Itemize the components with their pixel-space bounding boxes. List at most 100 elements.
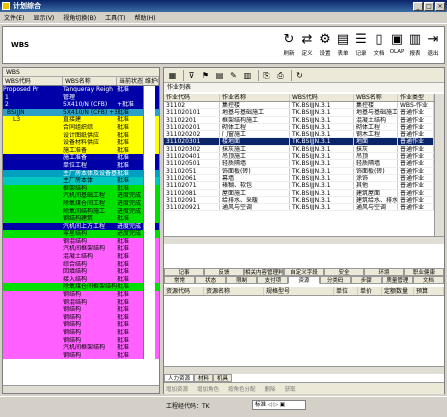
close-button[interactable]: × (435, 1, 445, 11)
wbs-tree-row[interactable]: 设备材料供应 批准 (3, 139, 159, 147)
resource-col-4[interactable]: 单价 (358, 287, 382, 295)
activity-row[interactable]: 31102091给排水、采暖TK.BSIJJN.3.1建筑给水、排水及采暖普通作… (164, 196, 434, 205)
tab-1[interactable]: 反馈 (204, 268, 244, 276)
toolbar-exit-button[interactable]: ⇥ 退出 (425, 31, 441, 57)
toolbar-record-button[interactable]: ☰ 记录 (353, 31, 369, 57)
menu-perspective[interactable]: 视角切换(B) (63, 13, 96, 22)
grid-icon[interactable]: ▦ (167, 70, 178, 81)
menu-tools[interactable]: 工具(T) (105, 13, 125, 22)
resource-col-3[interactable]: 单位 (334, 287, 358, 295)
tab-2[interactable]: 限制 (226, 276, 258, 284)
tab-4[interactable]: 安全 (324, 268, 364, 276)
activity-row[interactable]: 31102051 饰面板(砖) TK.BSIJJN.3.1 饰面板(砖) 普通作业 (164, 167, 434, 175)
wbs-tree-row[interactable]: 综合结构 批准 (3, 260, 159, 269)
activity-row[interactable]: 311020302 抹灰施工 TK.BSIJJN.3.1 抹灰 普通作业 (164, 145, 434, 154)
wbs-tree-row[interactable]: 钢结构 批准 (3, 351, 159, 360)
minimize-button[interactable]: _ (413, 1, 423, 11)
wbs-tree-row[interactable]: 钢结构 批准 (3, 313, 159, 322)
wbs-tree-row[interactable]: 施工准备 批准 (3, 146, 159, 155)
wbs-tree-row[interactable]: 钢结构 批准 (3, 321, 159, 329)
tab-8[interactable]: 文档 (412, 276, 444, 284)
flag-icon[interactable]: ⚑ (200, 70, 211, 81)
wbs-tree-row[interactable]: 钢结构 批准 (3, 306, 159, 314)
col-wbs-code[interactable]: WBS代码 (290, 94, 354, 101)
wbs-tree-row[interactable]: 主厂房本体及设备基础批准 (3, 169, 159, 178)
activity-row[interactable]: 311020501 轻质隔墙 TK.BSIJJN.3.1 轻质隔墙 普通作业 (164, 160, 434, 168)
print-icon[interactable]: ⎙ (275, 70, 286, 81)
wbs-tree-row[interactable]: 施工准备 批准 (3, 154, 159, 162)
wbs-tree-row[interactable]: 设计图纸供应 批准 (3, 131, 159, 140)
col-wbs-name[interactable]: WBS名称 (354, 94, 398, 101)
wbs-tree-row[interactable]: L3 直接建 批准 (3, 116, 159, 124)
view-mode-status[interactable]: 标准 ◁ ▷ ▣ (252, 400, 306, 410)
wbs-tree-row[interactable]: 钢结构建筑 批准 (3, 215, 159, 223)
toolbar-olap-button[interactable]: ▣ OLAP (389, 31, 405, 57)
add-resource-button[interactable]: 增加资源 (166, 385, 188, 393)
wbs-tree-row[interactable]: 接入结构 批准 (3, 275, 159, 284)
wbs-tree-row[interactable]: 钢结构 批准 (3, 336, 159, 345)
table-icon[interactable]: ▤ (214, 70, 225, 81)
activity-horizontal-scrollbar[interactable] (164, 236, 444, 244)
toolbar-define-button[interactable]: ⇄ 定义 (299, 31, 315, 57)
col-activity-name[interactable]: 作业名称 (220, 94, 290, 101)
tab-0[interactable]: 常常 (164, 276, 196, 284)
toolbar-refresh-button[interactable]: ↻ 刷新 (281, 31, 297, 57)
tab-5[interactable]: 分类码 (319, 276, 351, 284)
edit-icon[interactable]: ✎ (228, 70, 239, 81)
tab-0[interactable]: 记事 (164, 268, 204, 276)
chart-icon[interactable]: ▥ (242, 70, 253, 81)
tab-6[interactable]: 职业健康 (404, 268, 444, 276)
fetch-button[interactable]: 获取 (285, 385, 296, 393)
wbs-tree-row[interactable]: 单位工程 批准 (3, 161, 159, 170)
activity-row[interactable]: 31102 集控楼 TK.BSIJJN.3.1 集控楼 WBS-作业 (164, 102, 434, 110)
activity-row[interactable]: 31102061 幕墙 TK.BSIJJN.3.1 涂饰 普通作业 (164, 174, 434, 183)
tab-3[interactable]: 自定义字段 (284, 268, 324, 276)
wbs-tree-row[interactable]: 除氧间结构施工 进度完成 (3, 207, 159, 216)
copy-icon[interactable]: ⎘ (261, 70, 272, 81)
tab-2[interactable]: 相关内容管理判断 (244, 268, 284, 276)
tab-5[interactable]: 环境 (364, 268, 404, 276)
wbs-tree-row[interactable]: 汽机间框架结构 批准 (3, 344, 159, 352)
refresh-small-icon[interactable]: ↻ (294, 70, 305, 81)
tab-6[interactable]: 步骤 (350, 276, 382, 284)
wbs-tree-row[interactable]: 钢混结构 批准 (3, 298, 159, 307)
col-activity-type[interactable]: 作业类型 (398, 94, 434, 101)
wbs-tree-row[interactable]: 2 5X410/N (CFB) +批准 (3, 101, 159, 109)
menu-file[interactable]: 文件(E) (4, 13, 24, 22)
resource-type-tab[interactable]: 人力资源 (164, 374, 195, 382)
wbs-tree-row[interactable]: 回填结构 批准 (3, 268, 159, 276)
wbs-horizontal-scrollbar[interactable] (3, 385, 159, 393)
tab-3[interactable]: 支付项 (257, 276, 289, 284)
wbs-tree-row[interactable]: 主厂房本体 批准 (3, 177, 159, 185)
wbs-tree-row[interactable]: 1 管理 (3, 93, 159, 102)
tab-1[interactable]: 状态 (195, 276, 227, 284)
toolbar-report-button[interactable]: ▥ 报表 (407, 31, 423, 57)
wbs-tree-row[interactable]: 混凝土结构 批准 (3, 253, 159, 261)
activity-row[interactable]: 31102081 屋面施工 TK.BSIJJN.3.1 建筑屋面 普通作业 (164, 189, 434, 197)
activity-row[interactable]: 311020301 楼地面 TK.BSIJJN.3.1 地面 普通作业 (164, 138, 434, 146)
activity-row[interactable]: 311020921 通风与空调 TK.BSIJJN.3.1 通风与空调 普通作业 (164, 204, 434, 212)
menu-view[interactable]: 显示(V) (33, 13, 54, 22)
resource-col-5[interactable]: 定额数量 (382, 287, 414, 295)
wbs-tree-row[interactable]: BSIJJN 5X410/N (CFB) +3 批准 (3, 108, 159, 117)
col-permission[interactable]: 维护权限 (143, 77, 159, 85)
col-wbs-name[interactable]: WBS名称 (63, 77, 117, 85)
filter-icon[interactable]: ⊽ (186, 70, 197, 81)
wbs-tree-row[interactable]: 钢混结构 批准 (3, 237, 159, 246)
wbs-tree-row[interactable]: 合同组织综 批准 (3, 123, 159, 132)
wbs-tree-row[interactable]: 框架结构 批准 (3, 184, 159, 193)
activity-row[interactable]: 311020202 门窗施工 TK.BSIJJN.3.1 钢木工程 普通作业 (164, 131, 434, 139)
resource-horizontal-scrollbar[interactable] (164, 366, 444, 374)
wbs-tree-row[interactable]: 汽机间基础工程 进度完成 (3, 192, 159, 200)
activity-row[interactable]: 31102201 框架结构施工 TK.BSIJJN.3.1 混凝土结构 普通作业 (164, 116, 434, 124)
wbs-tree-row[interactable]: 除氧煤仓间工程 进度完成 (3, 199, 159, 208)
wbs-tree-row[interactable]: 汽机间框架结构 批准 (3, 245, 159, 254)
activity-row[interactable]: 311020101 地基与基础施工 TK.BSIJJN.3.1 地基与基础施工 普通作业 (164, 109, 434, 117)
wbs-tree-row[interactable]: 除氧煤仓间框架结构 批准 (3, 283, 159, 292)
col-wbs-code[interactable]: WBS代码 (3, 77, 63, 85)
wbs-tree-row[interactable]: 钢结构 批准 (3, 291, 159, 299)
activity-row[interactable]: 311020201 砌体工程 TK.BSIJJN.3.1 砌体工程 普通作业 (164, 123, 434, 132)
col-status[interactable]: 当前状态 (117, 77, 143, 85)
toolbar-document-button[interactable]: ▯ 文档 (371, 31, 387, 57)
wbs-tree-row[interactable]: 汽机间上方工程 进度完成 (3, 222, 159, 231)
